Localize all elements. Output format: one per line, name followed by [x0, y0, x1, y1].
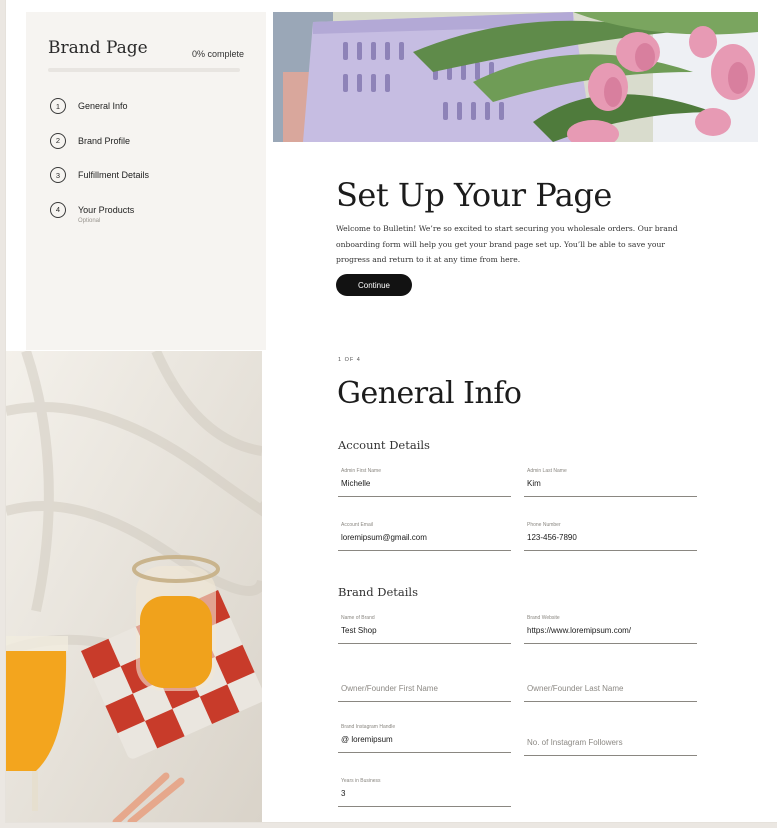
form-title: General Info	[337, 376, 522, 411]
step-indicator: 1 OF 4	[338, 357, 361, 363]
step-label: General Info	[78, 101, 128, 111]
step-number: 4	[50, 201, 66, 218]
owner-first-name-field[interactable]: Owner/Founder First Name	[338, 673, 511, 702]
progress-label: 0% complete	[191, 49, 244, 59]
field-value: @ loremipsum	[341, 735, 393, 744]
page: Brand Page 0% complete 1 General Info 2 …	[6, 0, 777, 822]
instagram-followers-field[interactable]: No. of Instagram Followers	[524, 727, 697, 756]
account-email-field[interactable]: Account Email loremipsum@gmail.com	[338, 522, 511, 551]
years-in-business-field[interactable]: Years in Business 3	[338, 778, 511, 807]
field-placeholder: Owner/Founder First Name	[341, 684, 438, 693]
sidebar-step-your-products[interactable]: 4 Your Products Optional	[50, 201, 149, 237]
step-label: Fulfillment Details	[78, 170, 150, 180]
step-label: Brand Profile	[78, 135, 131, 146]
progress-sidebar: Brand Page 0% complete 1 General Info 2 …	[26, 12, 266, 350]
step-label: Your Products	[78, 204, 135, 215]
field-value: 3	[341, 789, 346, 798]
sidebar-step-fulfillment-details[interactable]: 3 Fulfillment Details	[50, 167, 149, 202]
field-label: Phone Number	[527, 522, 561, 528]
step-optional-note: Optional	[78, 217, 101, 224]
admin-first-name-field[interactable]: Admin First Name Michelle	[338, 468, 511, 497]
field-label: Brand Instagram Handle	[341, 724, 396, 730]
field-label: Admin First Name	[341, 468, 382, 474]
field-label: Account Email	[341, 522, 373, 528]
field-value: Michelle	[341, 479, 371, 488]
step-number: 3	[50, 167, 66, 183]
juice-photo	[6, 351, 262, 822]
progress-bar	[48, 68, 240, 72]
phone-number-field[interactable]: Phone Number 123-456-7890	[524, 522, 697, 551]
field-label: Brand Website	[527, 615, 560, 621]
sidebar-step-brand-profile[interactable]: 2 Brand Profile	[50, 132, 149, 168]
step-number: 2	[50, 132, 66, 149]
field-label: Admin Last Name	[527, 468, 567, 474]
field-value: https://www.loremipsum.com/	[527, 626, 632, 635]
brand-website-field[interactable]: Brand Website https://www.loremipsum.com…	[524, 615, 697, 644]
field-placeholder: Owner/Founder Last Name	[527, 684, 624, 693]
sidebar-title: Brand Page	[48, 38, 148, 58]
instagram-handle-field[interactable]: Brand Instagram Handle @ loremipsum	[338, 724, 511, 753]
step-number: 1	[50, 98, 66, 114]
field-value: Test Shop	[341, 626, 377, 635]
intro-text: Welcome to Bulletin! We’re so excited to…	[336, 224, 678, 264]
field-value: 123-456-7890	[527, 533, 577, 542]
intro-title: Set Up Your Page	[336, 176, 612, 214]
field-label: Name of Brand	[341, 615, 375, 621]
field-value: Kim	[527, 479, 541, 488]
field-placeholder: No. of Instagram Followers	[527, 738, 623, 747]
field-value: loremipsum@gmail.com	[341, 533, 427, 542]
step-list: 1 General Info 2 Brand Profile 3 Fulfill…	[50, 98, 149, 236]
continue-button[interactable]: Continue	[336, 274, 412, 296]
account-details-heading: Account Details	[338, 438, 430, 452]
brand-name-field[interactable]: Name of Brand Test Shop	[338, 615, 511, 644]
brand-details-heading: Brand Details	[338, 585, 418, 599]
sidebar-step-general-info[interactable]: 1 General Info	[50, 98, 149, 133]
owner-last-name-field[interactable]: Owner/Founder Last Name	[524, 673, 697, 702]
field-label: Years in Business	[341, 778, 381, 784]
admin-last-name-field[interactable]: Admin Last Name Kim	[524, 468, 697, 497]
hero-tulip-photo	[273, 12, 758, 142]
